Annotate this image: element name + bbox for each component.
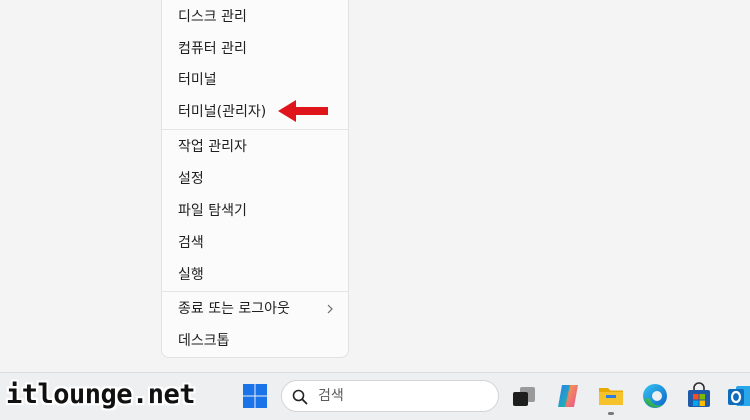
menu-item-label: 터미널 (178, 72, 217, 88)
menu-item-shutdown-signout[interactable]: 종료 또는 로그아웃 (162, 295, 348, 323)
menu-item-label: 검색 (178, 235, 204, 251)
menu-item-terminal[interactable]: 터미널 (162, 66, 348, 94)
menu-item-task-manager[interactable]: 작업 관리자 (162, 133, 348, 161)
menu-item-label: 작업 관리자 (178, 139, 247, 155)
red-arrow-left-icon (278, 100, 328, 122)
menu-item-computer-management[interactable]: 컴퓨터 관리 (162, 35, 348, 63)
search-placeholder: 검색 (318, 388, 344, 404)
menu-item-file-explorer[interactable]: 파일 탐색기 (162, 197, 348, 225)
menu-separator (162, 291, 348, 292)
menu-item-disk-management[interactable]: 디스크 관리 (162, 3, 348, 31)
site-watermark: itlounge.net (6, 379, 196, 410)
windows-logo-icon[interactable] (240, 381, 270, 411)
copilot-icon[interactable] (553, 381, 583, 411)
menu-item-label: 터미널(관리자) (178, 104, 267, 120)
folder-icon[interactable] (596, 381, 626, 411)
menu-item-desktop[interactable]: 데스크톱 (162, 327, 348, 355)
menu-item-label: 데스크톱 (178, 333, 230, 349)
menu-item-label: 컴퓨터 관리 (178, 41, 247, 57)
menu-item-label: 실행 (178, 267, 204, 283)
menu-item-run[interactable]: 실행 (162, 261, 348, 289)
outlook-icon[interactable] (726, 381, 750, 411)
menu-item-label: 설정 (178, 171, 204, 187)
store-icon[interactable] (684, 381, 714, 411)
search-icon (292, 389, 308, 405)
winx-context-menu: 디스크 관리 컴퓨터 관리 터미널 터미널(관리자) 작업 관리자 설정 파일 … (161, 0, 349, 358)
taskbar-search-box[interactable]: 검색 (281, 380, 499, 412)
menu-item-search[interactable]: 검색 (162, 229, 348, 257)
menu-item-label: 파일 탐색기 (178, 203, 247, 219)
menu-item-settings[interactable]: 설정 (162, 165, 348, 193)
running-indicator (608, 412, 614, 415)
task-view-icon[interactable] (509, 381, 539, 411)
edge-icon[interactable] (640, 381, 670, 411)
menu-item-label: 종료 또는 로그아웃 (178, 301, 290, 317)
menu-item-label: 디스크 관리 (178, 9, 247, 25)
menu-separator (162, 129, 348, 130)
